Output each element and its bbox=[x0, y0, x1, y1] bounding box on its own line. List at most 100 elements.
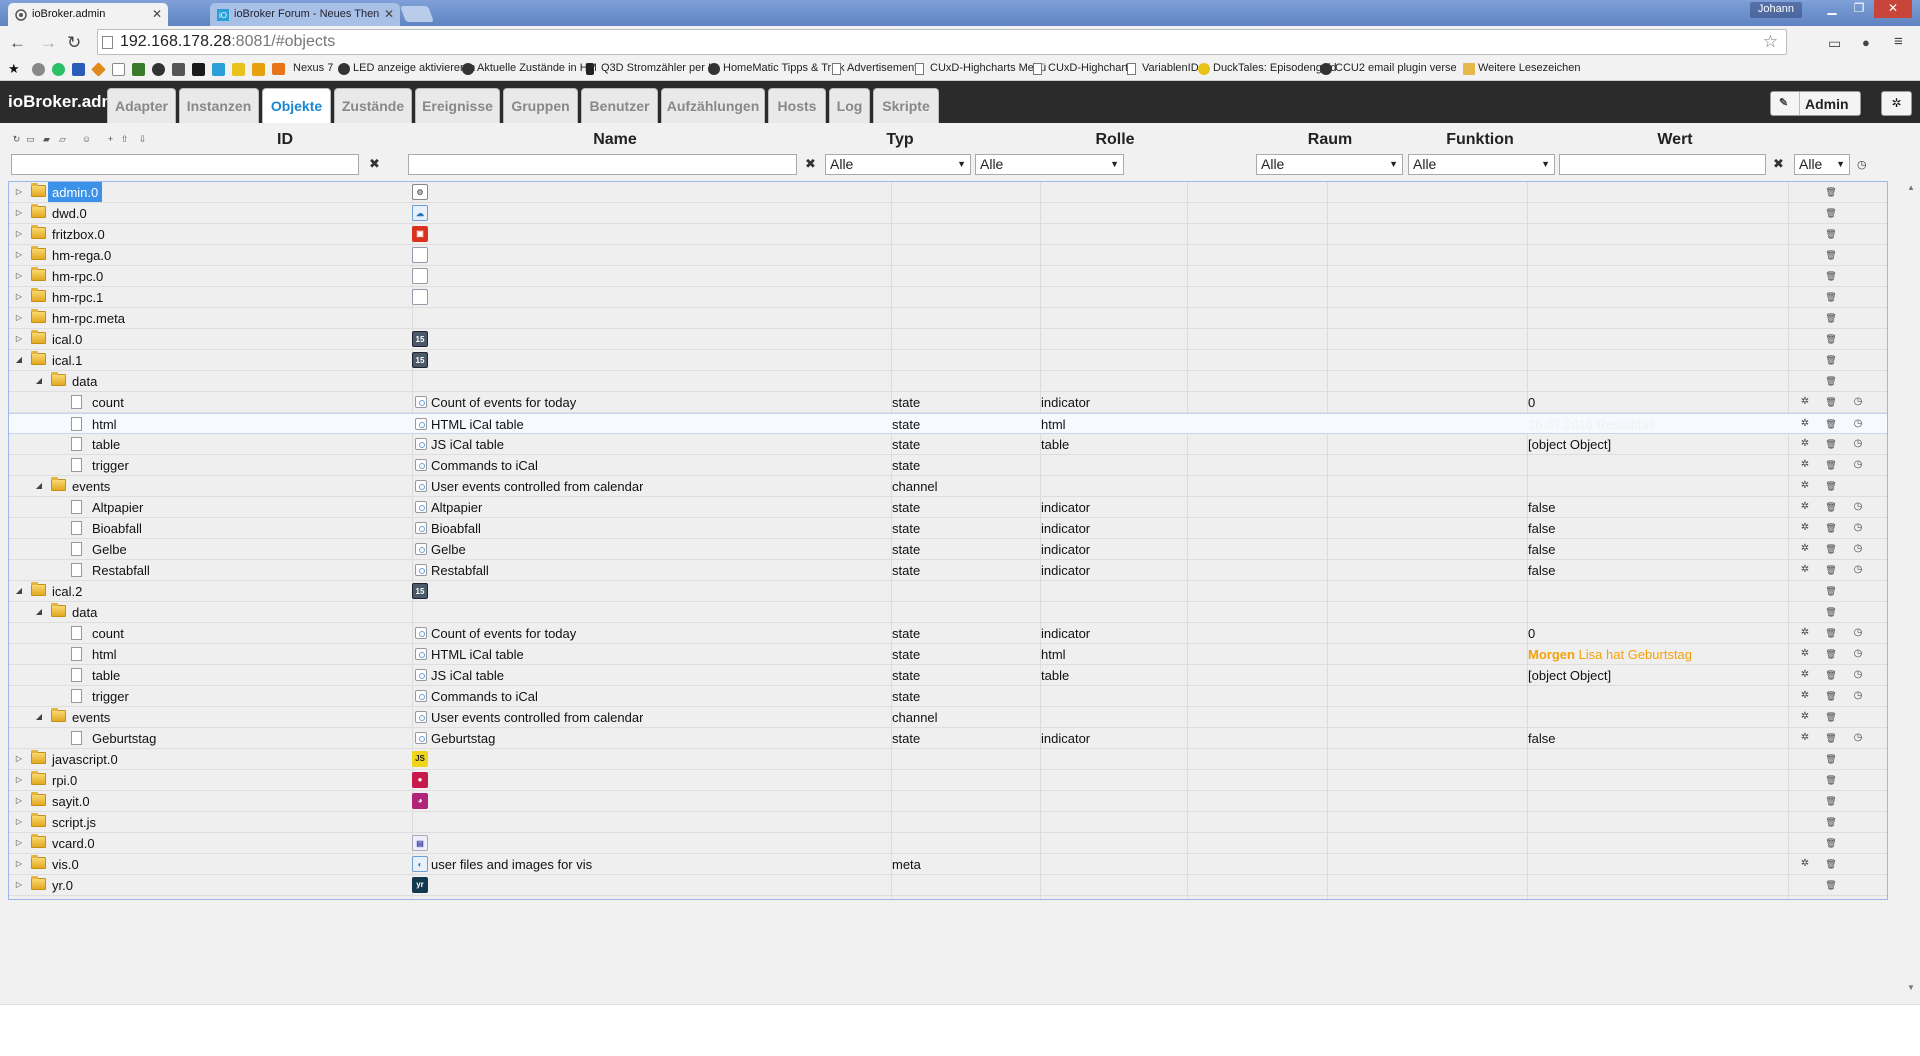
column-header-typ[interactable]: Typ bbox=[870, 131, 930, 149]
tree-state-row[interactable]: html HTML iCal table state html 26.07.2016 R… bbox=[9, 413, 1887, 434]
tree-state-row[interactable]: Restabfall Restabfall state indicator false ✲… bbox=[9, 560, 1887, 581]
delete-icon[interactable]: 🗑 bbox=[1825, 186, 1837, 198]
expand-arrow-icon[interactable]: ▷ bbox=[14, 859, 24, 868]
funktion-filter-select[interactable]: Alle ▼ bbox=[1408, 154, 1555, 175]
delete-icon[interactable]: 🗑 bbox=[1825, 543, 1837, 555]
object-id[interactable]: hm-rega.0 bbox=[48, 245, 115, 265]
plant-bookmark-icon[interactable] bbox=[132, 63, 145, 76]
cell-wert[interactable]: false bbox=[1528, 500, 1555, 515]
delete-icon[interactable]: 🗑 bbox=[1825, 690, 1837, 702]
column-header-wert[interactable]: Wert bbox=[1635, 131, 1715, 149]
clock-icon[interactable]: ◷ bbox=[1857, 158, 1867, 171]
settings-icon[interactable]: ✲ bbox=[1799, 438, 1811, 450]
close-tab-icon[interactable]: ✕ bbox=[152, 7, 162, 21]
box-bookmark-icon[interactable] bbox=[172, 63, 185, 76]
expand-arrow-icon[interactable]: ▷ bbox=[14, 334, 24, 343]
object-id[interactable]: Restabfall bbox=[88, 560, 154, 580]
delete-icon[interactable]: 🗑 bbox=[1825, 585, 1837, 597]
iobroker-bookmark-icon[interactable] bbox=[212, 63, 225, 76]
tree-folder-row[interactable]: ▷ script.js 🗑 bbox=[9, 812, 1887, 833]
tree-folder-row[interactable]: ▷ rpi.0 ● 🗑 bbox=[9, 770, 1887, 791]
cell-wert[interactable]: [object Object] bbox=[1528, 668, 1611, 683]
delete-icon[interactable]: 🗑 bbox=[1825, 858, 1837, 870]
tree-folder-row[interactable]: ▷ fritzbox.0 ▣ 🗑 bbox=[9, 224, 1887, 245]
wert-filter-input[interactable] bbox=[1559, 154, 1766, 175]
column-header-raum[interactable]: Raum bbox=[1295, 131, 1365, 149]
object-id[interactable]: data bbox=[68, 602, 101, 622]
id-filter-input[interactable] bbox=[11, 154, 359, 175]
collapse-arrow-icon[interactable]: ◢ bbox=[14, 355, 24, 364]
settings-icon[interactable]: ✲ bbox=[1799, 732, 1811, 744]
delete-icon[interactable]: 🗑 bbox=[1825, 627, 1837, 639]
expand-arrow-icon[interactable]: ▷ bbox=[14, 313, 24, 322]
tree-state-row[interactable]: table JS iCal table state table [object Obje… bbox=[9, 665, 1887, 686]
object-id[interactable]: ical.0 bbox=[48, 329, 86, 349]
tree-folder-row[interactable]: ▷ hm-rpc.1 🗑 bbox=[9, 287, 1887, 308]
tree-folder-row[interactable]: ▷ yr.0 yr 🗑 bbox=[9, 875, 1887, 896]
delete-icon[interactable]: 🗑 bbox=[1825, 711, 1837, 723]
wert-filter-select[interactable]: Alle ▼ bbox=[1794, 154, 1850, 175]
tree-folder-row[interactable]: ▷ ical.0 15 🗑 bbox=[9, 329, 1887, 350]
object-id[interactable]: count bbox=[88, 392, 128, 412]
dark-bookmark-icon[interactable] bbox=[192, 63, 205, 76]
rolle-filter-select[interactable]: Alle ▼ bbox=[975, 154, 1124, 175]
tree-folder-row[interactable]: ◢ ical.2 15 🗑 bbox=[9, 581, 1887, 602]
settings-icon[interactable]: ✲ bbox=[1799, 648, 1811, 660]
object-id[interactable]: hm-rpc.meta bbox=[48, 308, 129, 328]
tree-folder-row[interactable]: ◢ ical.1 15 🗑 bbox=[9, 350, 1887, 371]
settings-icon[interactable]: ✲ bbox=[1799, 418, 1811, 430]
tree-state-row[interactable]: trigger Commands to iCal state ✲ 🗑 ◷ bbox=[9, 686, 1887, 707]
settings-icon[interactable]: ✲ bbox=[1799, 543, 1811, 555]
tree-folder-row[interactable]: ▷ admin.0 ⚙ 🗑 bbox=[9, 182, 1887, 203]
history-icon[interactable]: ◷ bbox=[1852, 690, 1864, 702]
tree-folder-row[interactable]: ◢ data 🗑 bbox=[9, 371, 1887, 392]
tree-folder-row[interactable]: ▷ vis.0 ◐ user files and images for vis meta… bbox=[9, 854, 1887, 875]
page-info-icon[interactable] bbox=[102, 36, 113, 49]
object-id[interactable]: script.js bbox=[48, 812, 100, 832]
settings-icon[interactable]: ✲ bbox=[1799, 396, 1811, 408]
history-icon[interactable]: ◷ bbox=[1852, 732, 1864, 744]
cell-wert[interactable]: false bbox=[1528, 563, 1555, 578]
delete-icon[interactable]: 🗑 bbox=[1825, 753, 1837, 765]
column-header-id[interactable]: ID bbox=[270, 131, 300, 149]
column-header-rolle[interactable]: Rolle bbox=[1085, 131, 1145, 149]
bookmark-variablenid[interactable]: VariablenID bbox=[1127, 62, 1199, 75]
tree-state-row[interactable]: Bioabfall Bioabfall state indicator false ✲ 🗑 ◷ bbox=[9, 518, 1887, 539]
tree-folder-row[interactable]: ▷ sayit.0 ◕ 🗑 bbox=[9, 791, 1887, 812]
admin-button[interactable]: ✎ Admin bbox=[1770, 91, 1861, 116]
bookmark-advertisement[interactable]: Advertisement bbox=[832, 62, 917, 75]
tree-folder-row[interactable]: ▷ vcard.0 ▤ 🗑 bbox=[9, 833, 1887, 854]
expand-arrow-icon[interactable]: ▷ bbox=[14, 187, 24, 196]
browser-user-chip[interactable]: Johann bbox=[1749, 2, 1802, 18]
expand-arrow-icon[interactable]: ▷ bbox=[14, 796, 24, 805]
delete-icon[interactable]: 🗑 bbox=[1825, 207, 1837, 219]
delete-icon[interactable]: 🗑 bbox=[1825, 459, 1837, 471]
browser-tab-iobroker-admin[interactable]: ioBroker.admin ✕ bbox=[8, 3, 168, 26]
tree-folder-row[interactable]: ▷ javascript.0 JS 🗑 bbox=[9, 749, 1887, 770]
settings-icon[interactable]: ✲ bbox=[1799, 459, 1811, 471]
object-id[interactable]: Altpapier bbox=[88, 497, 147, 517]
settings-icon[interactable]: ✲ bbox=[1799, 480, 1811, 492]
folder-closed-icon[interactable]: ▰ bbox=[40, 133, 53, 146]
expand-arrow-icon[interactable]: ▷ bbox=[14, 229, 24, 238]
bookmark-star-icon[interactable]: ☆ bbox=[1763, 32, 1778, 52]
bookmark-ducktales[interactable]: DuckTales: Episodenguid bbox=[1198, 62, 1337, 75]
tab-ereignisse[interactable]: Ereignisse bbox=[415, 88, 500, 123]
object-id[interactable]: trigger bbox=[88, 455, 133, 475]
expand-arrow-icon[interactable]: ▷ bbox=[14, 208, 24, 217]
clear-id-filter-icon[interactable]: ✖ bbox=[369, 156, 380, 172]
tree-folder-row[interactable]: ▷ hm-rpc.meta 🗑 bbox=[9, 308, 1887, 329]
settings-icon[interactable]: ✲ bbox=[1799, 690, 1811, 702]
reload-icon[interactable]: ↻ bbox=[67, 33, 81, 53]
cell-wert[interactable]: 26.07.2016 Restabfall bbox=[1528, 417, 1654, 432]
new-tab-button[interactable] bbox=[400, 6, 434, 22]
delete-icon[interactable]: 🗑 bbox=[1825, 606, 1837, 618]
tree-state-row[interactable]: count Count of events for today state indic… bbox=[9, 392, 1887, 413]
settings-icon[interactable]: ✲ bbox=[1799, 858, 1811, 870]
tab-skripte[interactable]: Skripte bbox=[873, 88, 939, 123]
delete-icon[interactable]: 🗑 bbox=[1825, 732, 1837, 744]
object-id[interactable]: ical.1 bbox=[48, 350, 86, 370]
settings-icon[interactable]: ✲ bbox=[1799, 564, 1811, 576]
tree-state-row[interactable]: trigger Commands to iCal state ✲ 🗑 ◷ bbox=[9, 455, 1887, 476]
object-id[interactable]: table bbox=[88, 434, 124, 454]
